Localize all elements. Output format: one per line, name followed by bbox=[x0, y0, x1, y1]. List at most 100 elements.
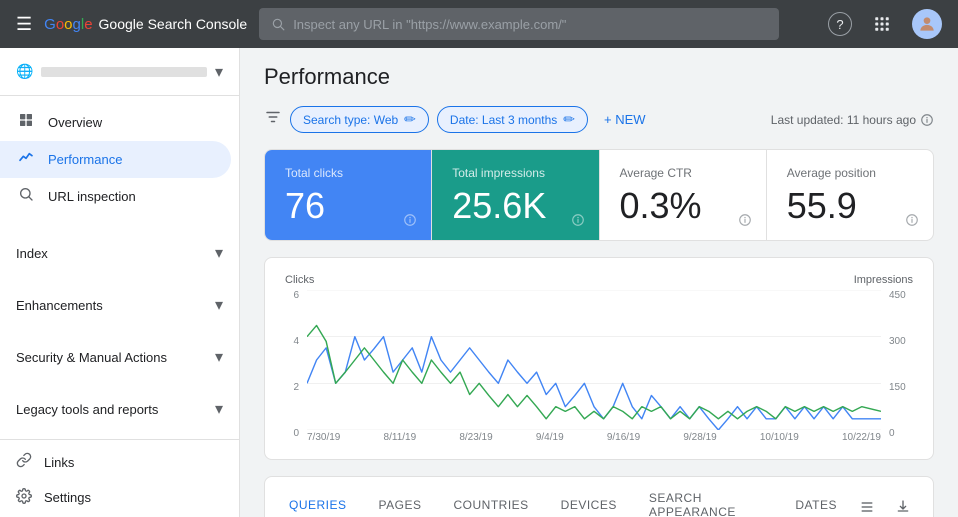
sidebar-item-overview[interactable]: Overview bbox=[0, 104, 231, 141]
metric-position-value: 55.9 bbox=[787, 188, 913, 224]
chart-x-labels: 7/30/19 8/11/19 8/23/19 9/4/19 9/16/19 9… bbox=[307, 432, 881, 443]
section-enhancements: Enhancements ▾ bbox=[0, 283, 239, 327]
metrics-row: Total clicks 76 Total impressions 25.6K … bbox=[264, 149, 934, 241]
y-right-label: Impressions bbox=[854, 274, 913, 286]
last-updated-text: Last updated: 11 hours ago bbox=[771, 113, 916, 127]
app-layout: 🌐 ▾ Overview Performance URL bbox=[0, 48, 958, 517]
sidebar-item-links[interactable]: Links bbox=[0, 444, 239, 480]
tabs-actions bbox=[853, 493, 925, 517]
property-icon: 🌐 bbox=[16, 63, 33, 80]
links-icon bbox=[16, 452, 32, 472]
sidebar-item-performance[interactable]: Performance bbox=[0, 141, 231, 178]
sidebar-nav: Overview Performance URL inspection bbox=[0, 96, 239, 223]
section-legacy-title: Legacy tools and reports bbox=[16, 402, 211, 417]
property-dropdown-arrow[interactable]: ▾ bbox=[215, 62, 223, 82]
sidebar-item-overview-label: Overview bbox=[48, 115, 102, 130]
settings-label: Settings bbox=[44, 490, 91, 505]
metric-ctr-value: 0.3% bbox=[620, 188, 746, 224]
tab-dates[interactable]: DATES bbox=[779, 484, 853, 517]
filter-chip-search-type[interactable]: Search type: Web ✏ bbox=[290, 106, 429, 133]
apps-button[interactable] bbox=[868, 10, 896, 38]
chart-axes-labels: Clicks Impressions bbox=[285, 274, 913, 286]
section-legacy: Legacy tools and reports ▾ bbox=[0, 387, 239, 431]
filter-add-button[interactable]: + NEW bbox=[596, 108, 654, 131]
filter-chip-date-edit[interactable]: ✏ bbox=[563, 111, 575, 128]
section-index-title: Index bbox=[16, 246, 211, 261]
section-enhancements-title: Enhancements bbox=[16, 298, 211, 313]
performance-icon bbox=[16, 149, 36, 170]
tab-pages[interactable]: PAGES bbox=[363, 484, 438, 517]
last-updated: Last updated: 11 hours ago bbox=[771, 113, 934, 127]
filter-bar: Search type: Web ✏ Date: Last 3 months ✏… bbox=[264, 106, 934, 133]
topbar-actions: ? bbox=[828, 9, 942, 39]
y-left-label: Clicks bbox=[285, 274, 314, 286]
search-icon bbox=[271, 17, 285, 31]
y-axis-left: 6 4 2 0 bbox=[285, 290, 299, 443]
url-inspection-icon bbox=[16, 186, 36, 207]
tab-search-appearance[interactable]: SEARCH APPEARANCE bbox=[633, 477, 780, 517]
app-logo: Google Google Search Console bbox=[44, 16, 247, 33]
metric-impressions-help[interactable] bbox=[571, 213, 585, 230]
metric-avg-position: Average position 55.9 bbox=[767, 150, 933, 240]
filter-chip-search-type-label: Search type: Web bbox=[303, 113, 398, 127]
section-legacy-header[interactable]: Legacy tools and reports ▾ bbox=[0, 391, 239, 427]
section-index-arrow: ▾ bbox=[215, 243, 223, 263]
metric-total-clicks: Total clicks 76 bbox=[265, 150, 432, 240]
metric-position-label: Average position bbox=[787, 166, 913, 180]
metric-position-help[interactable] bbox=[905, 213, 919, 230]
sidebar-item-url-label: URL inspection bbox=[48, 189, 136, 204]
page-title: Performance bbox=[264, 64, 934, 90]
tab-queries[interactable]: QUERIES bbox=[273, 484, 363, 517]
search-input[interactable] bbox=[293, 17, 767, 32]
download-button[interactable] bbox=[889, 493, 917, 517]
chart-svg bbox=[307, 290, 881, 430]
search-bar[interactable] bbox=[259, 8, 779, 40]
section-enhancements-header[interactable]: Enhancements ▾ bbox=[0, 287, 239, 323]
section-index-header[interactable]: Index ▾ bbox=[0, 235, 239, 271]
section-security-header[interactable]: Security & Manual Actions ▾ bbox=[0, 339, 239, 375]
chart-area: 7/30/19 8/11/19 8/23/19 9/4/19 9/16/19 9… bbox=[307, 290, 881, 443]
metric-clicks-label: Total clicks bbox=[285, 166, 411, 180]
sidebar-footer: Links Settings Submit feedback About new… bbox=[0, 439, 239, 517]
property-name bbox=[41, 67, 207, 77]
metric-clicks-help[interactable] bbox=[403, 213, 417, 230]
section-enhancements-arrow: ▾ bbox=[215, 295, 223, 315]
filter-add-label: + NEW bbox=[604, 112, 646, 127]
tab-countries[interactable]: COUNTRIES bbox=[437, 484, 544, 517]
topbar: ☰ Google Google Search Console ? bbox=[0, 0, 958, 48]
metric-avg-ctr: Average CTR 0.3% bbox=[600, 150, 767, 240]
links-label: Links bbox=[44, 455, 74, 470]
sidebar: 🌐 ▾ Overview Performance URL bbox=[0, 48, 240, 517]
y-axis-right: 450 300 150 0 bbox=[889, 290, 913, 443]
metric-impressions-value: 25.6K bbox=[452, 188, 578, 224]
section-security-arrow: ▾ bbox=[215, 347, 223, 367]
user-avatar[interactable] bbox=[912, 9, 942, 39]
property-selector[interactable]: 🌐 ▾ bbox=[0, 48, 239, 96]
sidebar-item-performance-label: Performance bbox=[48, 152, 122, 167]
info-icon bbox=[920, 113, 934, 127]
avatar-icon bbox=[917, 14, 937, 34]
tabs-bar: QUERIES PAGES COUNTRIES DEVICES SEARCH A… bbox=[264, 476, 934, 517]
filter-icon[interactable] bbox=[264, 108, 282, 131]
metric-clicks-value: 76 bbox=[285, 188, 411, 224]
grid-icon bbox=[873, 15, 891, 33]
metric-ctr-label: Average CTR bbox=[620, 166, 746, 180]
section-security: Security & Manual Actions ▾ bbox=[0, 335, 239, 379]
filter-chip-date-label: Date: Last 3 months bbox=[450, 113, 557, 127]
tab-devices[interactable]: DEVICES bbox=[545, 484, 633, 517]
settings-icon bbox=[16, 488, 32, 507]
main-content: Performance Search type: Web ✏ Date: Las… bbox=[240, 48, 958, 517]
filter-chip-search-type-edit[interactable]: ✏ bbox=[404, 111, 416, 128]
metric-impressions-label: Total impressions bbox=[452, 166, 578, 180]
menu-icon[interactable]: ☰ bbox=[16, 14, 32, 35]
filter-chip-date[interactable]: Date: Last 3 months ✏ bbox=[437, 106, 588, 133]
help-button[interactable]: ? bbox=[828, 12, 852, 36]
overview-icon bbox=[16, 112, 36, 133]
section-index: Index ▾ bbox=[0, 231, 239, 275]
section-legacy-arrow: ▾ bbox=[215, 399, 223, 419]
export-button[interactable] bbox=[853, 493, 881, 517]
sidebar-item-url-inspection[interactable]: URL inspection bbox=[0, 178, 231, 215]
metric-total-impressions: Total impressions 25.6K bbox=[432, 150, 599, 240]
sidebar-item-settings[interactable]: Settings bbox=[0, 480, 239, 515]
metric-ctr-help[interactable] bbox=[738, 213, 752, 230]
